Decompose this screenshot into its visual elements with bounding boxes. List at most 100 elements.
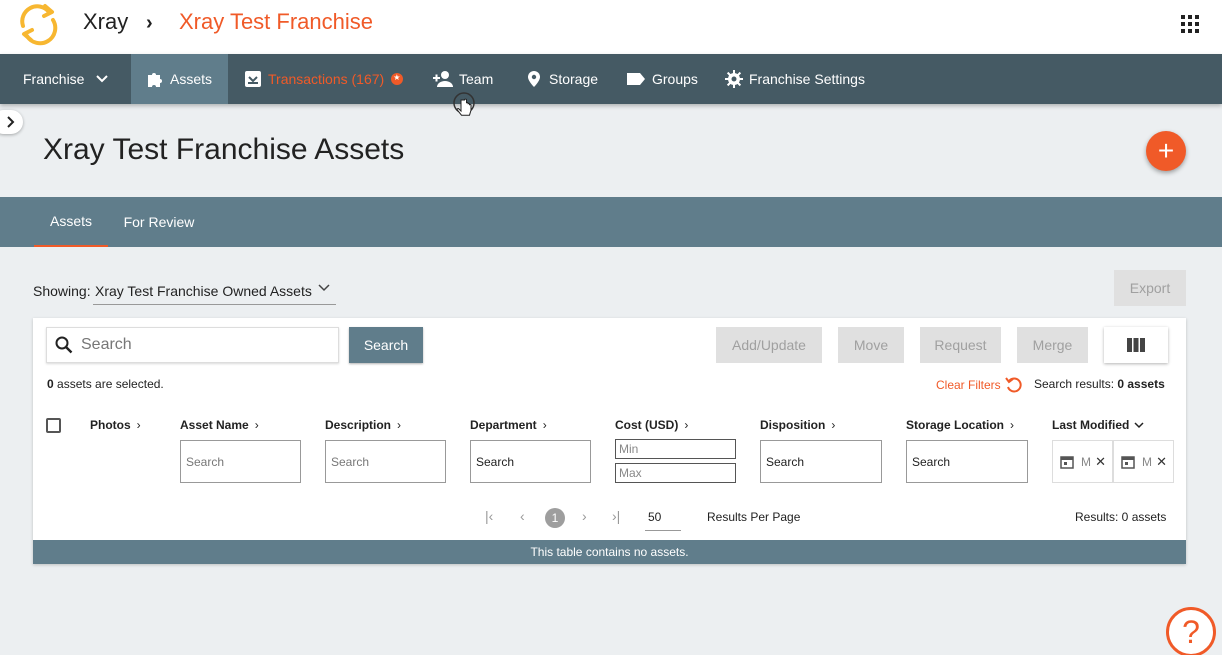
nav-assets[interactable]: Assets — [131, 54, 228, 104]
cost-min-input[interactable] — [615, 439, 736, 459]
selection-status: 0 assets are selected. — [47, 377, 164, 391]
hand-cursor-icon — [453, 92, 475, 116]
selected-count: 0 — [47, 377, 54, 391]
clear-date-icon[interactable]: ✕ — [1095, 454, 1106, 470]
tab-for-review[interactable]: For Review — [118, 197, 200, 247]
column-header-department[interactable]: Department › — [470, 418, 547, 432]
franchise-title: Xray Test Franchise — [179, 9, 374, 34]
chevron-right-icon: › — [136, 418, 141, 432]
assets-table-card: Search Add/Update Move Request Merge 0 a… — [33, 318, 1186, 564]
empty-table-message: This table contains no assets. — [33, 540, 1186, 564]
next-page-button[interactable]: › — [582, 508, 587, 524]
chevron-down-icon — [318, 284, 330, 292]
description-filter[interactable] — [325, 440, 446, 483]
chevron-right-icon: › — [1010, 418, 1015, 432]
column-header-description[interactable]: Description › — [325, 418, 401, 432]
calendar-icon — [1060, 455, 1074, 469]
column-department-label: Department — [470, 418, 537, 432]
column-last-modified-label: Last Modified — [1052, 418, 1130, 432]
column-photos-label: Photos — [90, 418, 131, 432]
chevron-right-icon: › — [831, 418, 836, 432]
chevron-down-icon — [96, 75, 109, 83]
request-button[interactable]: Request — [920, 327, 1001, 363]
prev-page-button[interactable]: ‹ — [520, 508, 525, 524]
page-title: Xray Test Franchise Assets — [43, 133, 405, 166]
add-person-icon — [433, 71, 453, 87]
column-description-label: Description — [325, 418, 392, 432]
nav-storage[interactable]: Storage — [525, 54, 598, 104]
gear-icon — [725, 70, 743, 88]
breadcrumb-chevron-icon: › — [146, 12, 153, 34]
move-button[interactable]: Move — [838, 327, 904, 363]
chevron-right-icon: › — [542, 418, 547, 432]
merge-button[interactable]: Merge — [1017, 327, 1088, 363]
column-header-cost[interactable]: Cost (USD) › — [615, 418, 688, 432]
column-header-last-modified[interactable]: Last Modified — [1052, 418, 1144, 432]
cost-max-input[interactable] — [615, 463, 736, 483]
last-modified-from-date[interactable]: M ✕ — [1052, 440, 1113, 483]
nav-franchise-menu[interactable]: Franchise — [23, 54, 109, 104]
column-cost-label: Cost (USD) — [615, 418, 679, 432]
storage-location-filter[interactable] — [906, 440, 1028, 483]
export-button[interactable]: Export — [1114, 270, 1186, 306]
showing-select-value: Xray Test Franchise Owned Assets — [95, 283, 312, 299]
results-per-page-input[interactable]: 50 — [645, 507, 681, 531]
nav-storage-label: Storage — [549, 71, 599, 87]
nav-transactions-label: Transactions (167) — [268, 71, 385, 87]
first-page-button[interactable]: |‹ — [485, 508, 493, 524]
clear-filters-button[interactable]: Clear Filters — [936, 376, 1023, 394]
main-nav: Franchise Assets Transactions (167) Team… — [0, 54, 1222, 104]
tab-assets[interactable]: Assets — [34, 197, 108, 247]
clear-date-icon[interactable]: ✕ — [1156, 454, 1167, 470]
add-asset-button[interactable]: + — [1146, 131, 1186, 171]
date-to-placeholder: M — [1142, 454, 1152, 469]
search-results-value: 0 assets — [1117, 377, 1165, 391]
last-modified-to-date[interactable]: M ✕ — [1113, 440, 1174, 483]
xray-logo[interactable] — [13, 0, 63, 46]
help-button[interactable]: ? — [1166, 607, 1216, 655]
select-all-checkbox[interactable] — [46, 418, 61, 433]
column-header-photos[interactable]: Photos › — [90, 418, 141, 432]
selected-suffix: assets are selected. — [53, 377, 164, 391]
search-results: Search results: 0 assets — [1034, 377, 1165, 391]
chevron-right-icon: › — [397, 418, 402, 432]
department-filter[interactable] — [470, 440, 591, 483]
search-input[interactable] — [81, 336, 321, 354]
view-columns-icon — [1127, 338, 1145, 352]
chevron-down-icon — [1134, 421, 1144, 428]
date-from-placeholder: M — [1081, 454, 1091, 469]
chevron-right-icon — [7, 116, 15, 128]
column-asset-name-label: Asset Name — [180, 418, 249, 432]
column-disposition-label: Disposition — [760, 418, 826, 432]
current-page[interactable]: 1 — [545, 508, 565, 528]
search-box[interactable] — [46, 327, 339, 363]
chevron-right-icon: › — [684, 418, 689, 432]
disposition-filter[interactable] — [760, 440, 882, 483]
results-count: Results: 0 assets — [1075, 510, 1167, 524]
column-picker-button[interactable] — [1104, 327, 1168, 363]
showing-select[interactable]: Xray Test Franchise Owned Assets — [93, 279, 336, 305]
showing-label: Showing: — [33, 283, 91, 299]
column-header-disposition[interactable]: Disposition › — [760, 418, 835, 432]
apps-grid-icon[interactable] — [1181, 15, 1199, 33]
sidebar-toggle-button[interactable] — [0, 110, 23, 134]
nav-franchise-settings-label: Franchise Settings — [749, 71, 865, 87]
asset-name-filter[interactable] — [180, 440, 301, 483]
search-results-label: Search results: — [1034, 377, 1118, 391]
nav-franchise-settings[interactable]: Franchise Settings — [725, 54, 865, 104]
nav-groups[interactable]: Groups — [626, 54, 698, 104]
add-update-button[interactable]: Add/Update — [716, 327, 822, 363]
nav-groups-label: Groups — [652, 71, 698, 87]
calendar-icon — [1121, 455, 1135, 469]
inbox-icon — [245, 71, 261, 87]
last-page-button[interactable]: ›| — [612, 508, 620, 524]
nav-assets-label: Assets — [170, 71, 213, 87]
column-header-storage-location[interactable]: Storage Location › — [906, 418, 1014, 432]
app-name[interactable]: Xray — [83, 9, 128, 35]
search-icon — [55, 336, 73, 354]
column-header-asset-name[interactable]: Asset Name › — [180, 418, 259, 432]
search-button[interactable]: Search — [349, 327, 423, 363]
label-tag-icon — [627, 73, 645, 85]
nav-transactions[interactable]: Transactions (167) — [244, 54, 404, 104]
location-pin-icon — [528, 71, 540, 87]
